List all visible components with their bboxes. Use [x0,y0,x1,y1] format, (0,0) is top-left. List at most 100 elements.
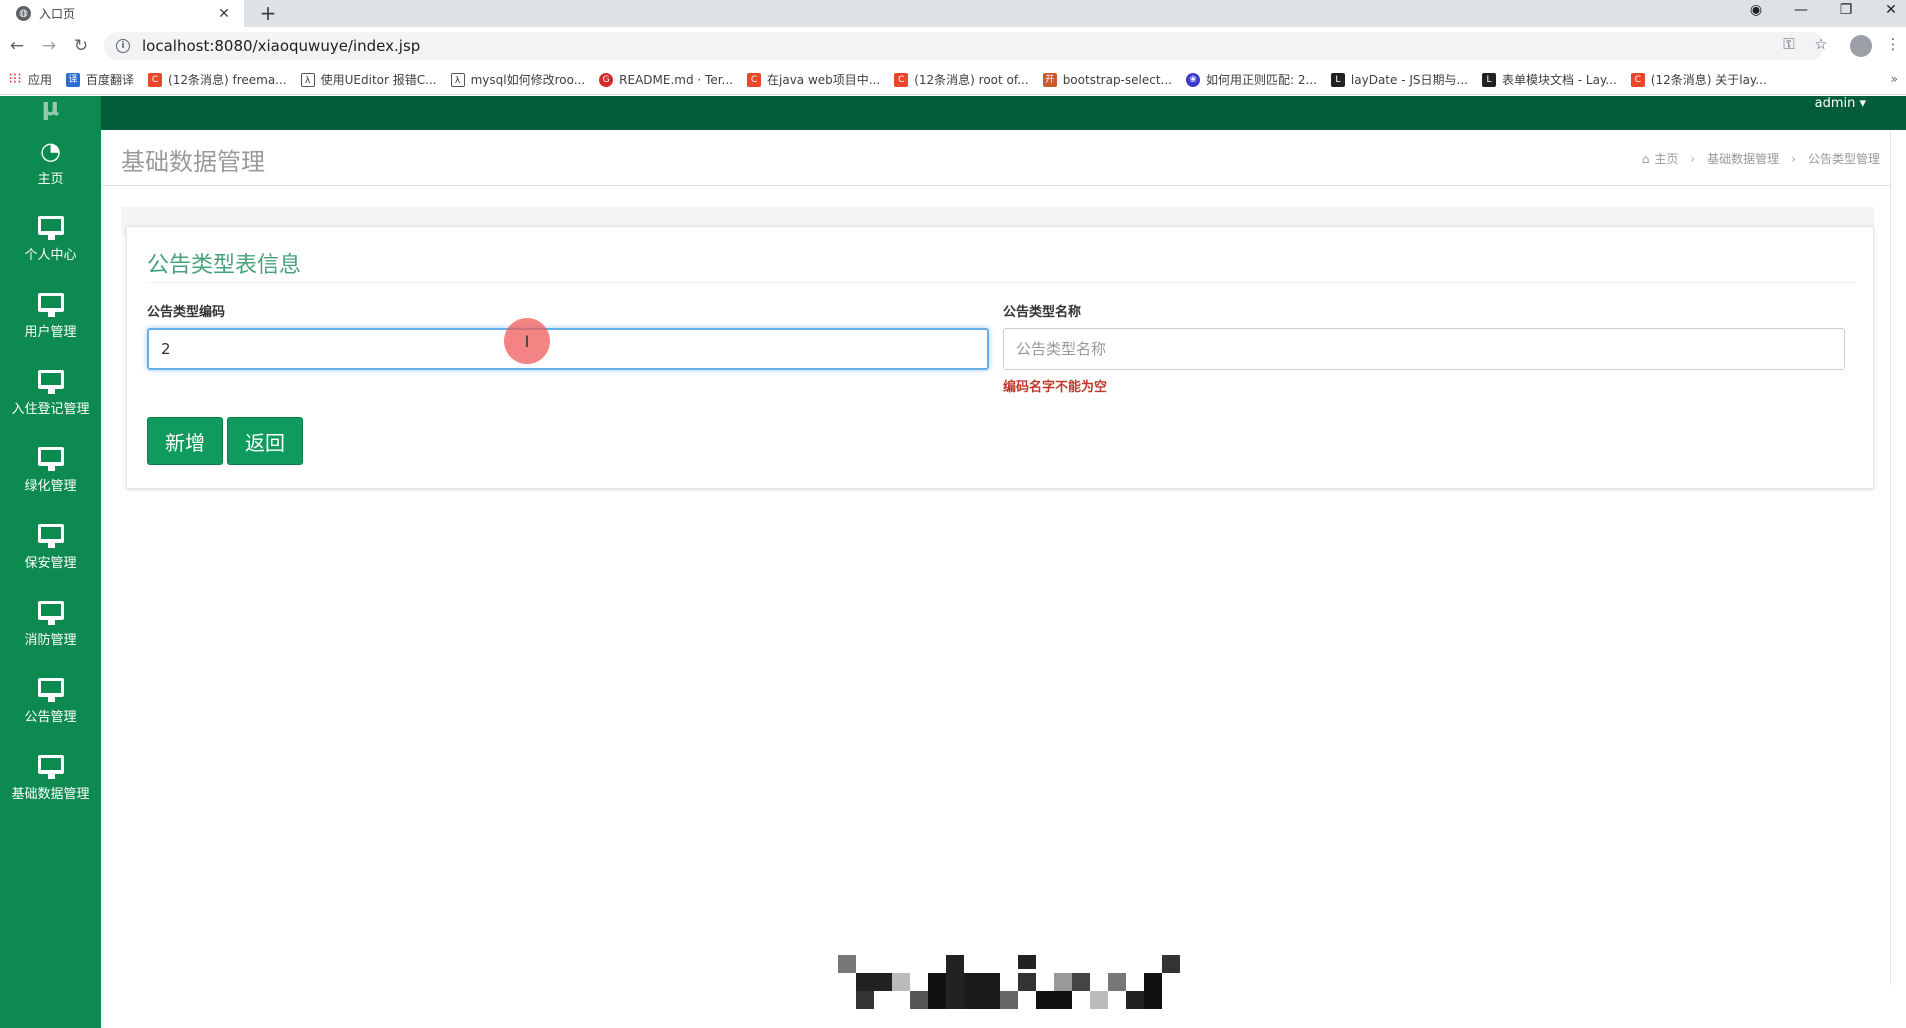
form-title: 公告类型表信息 [147,253,302,278]
name-input[interactable] [1003,328,1845,370]
top-navbar: admin ▾ [101,96,1906,130]
sidebar-item-notice[interactable]: 公告管理 [0,663,101,740]
csdn-icon: C [894,72,909,87]
back-button[interactable]: 返回 [227,417,303,465]
bookmark-item[interactable]: λ 使用UEditor 报错C... [300,71,437,88]
monitor-icon [37,447,64,471]
sidebar-item-home[interactable]: ◔ 主页 [0,124,101,201]
back-icon[interactable]: ← [6,35,28,57]
oschina-icon: 开 [1042,72,1057,87]
breadcrumb: ⌂ 主页 › 基础数据管理 › 公告类型管理 [1642,150,1880,167]
breadcrumb-current: 公告类型管理 [1807,152,1880,166]
sidebar-item-security[interactable]: 保安管理 [0,509,101,586]
baidu-paw-icon: ❀ [1185,72,1200,87]
key-icon[interactable]: ⚿ [1778,35,1800,53]
csdn-icon: C [747,72,761,87]
sidebar-item-profile[interactable]: 个人中心 [0,201,101,278]
info-icon[interactable]: i [116,39,130,53]
sidebar: μ ◔ 主页 个人中心 用户管理 入住登记管理 绿化管理 保安管理 消防管理 公… [0,93,101,1028]
bookmark-item[interactable]: λ mysql如何修改roo... [450,71,585,88]
gitee-icon: G [599,72,614,87]
sidebar-item-label: 绿化管理 [24,479,77,494]
monitor-icon [37,216,64,240]
new-tab-button[interactable]: + [256,2,280,26]
monitor-icon [37,370,64,394]
layui-icon: L [1330,72,1345,87]
bookmark-item[interactable]: L 表单模块文档 - Lay... [1481,71,1617,88]
page-header: 基础数据管理 ⌂ 主页 › 基础数据管理 › 公告类型管理 [101,130,1894,186]
lambda-icon: λ [300,72,315,87]
breadcrumb-home[interactable]: 主页 [1654,150,1678,167]
monitor-icon [37,755,64,779]
bookmark-item[interactable]: C (12条消息) root of... [894,71,1029,88]
sidebar-item-label: 公告管理 [24,710,77,725]
monitor-icon [37,601,64,625]
breadcrumb-separator: › [1791,151,1796,166]
browser-tab[interactable]: ◍ 入口页 ✕ [0,0,244,27]
sidebar-item-label: 基础数据管理 [11,787,90,802]
star-icon[interactable]: ☆ [1810,35,1832,53]
bookmark-item[interactable]: C (12条消息) 关于lay... [1630,71,1767,88]
sidebar-item-label: 保安管理 [24,556,77,571]
sidebar-item-label: 用户管理 [24,325,77,340]
minimize-icon[interactable]: — [1790,0,1812,22]
user-menu[interactable]: admin ▾ [1815,96,1866,114]
tab-title: 入口页 [39,7,76,21]
baidu-translate-icon: 译 [66,72,81,87]
bookmarks-bar: ⁝⁝⁝ 应用 译百度翻译 C (12条消息) freema... λ 使用UEdito… [0,65,1906,95]
omnibox[interactable]: i localhost:8080/xiaoquwuye/index.jsp [104,32,1824,60]
restore-icon[interactable]: ❐ [1835,0,1857,22]
text-cursor-icon: I [524,331,530,351]
sidebar-item-greening[interactable]: 绿化管理 [0,432,101,509]
reload-icon[interactable]: ↻ [70,35,92,57]
bookmark-item[interactable]: 译百度翻译 [66,71,134,88]
sidebar-item-label: 个人中心 [24,248,77,263]
window-close-icon[interactable]: ✕ [1880,0,1902,22]
lambda-icon: λ [450,72,465,87]
bookmark-item[interactable]: G README.md · Ter... [599,72,733,87]
csdn-icon: C [148,72,163,87]
bookmarks-overflow-icon[interactable]: » [1891,72,1898,86]
sidebar-item-users[interactable]: 用户管理 [0,278,101,355]
sidebar-item-checkin[interactable]: 入住登记管理 [0,355,101,432]
add-button[interactable]: 新增 [147,417,223,465]
error-message: 编码名字不能为空 [1003,380,1108,395]
sidebar-item-basic-data[interactable]: 基础数据管理 [0,740,101,817]
sidebar-item-label: 主页 [37,172,64,187]
profile-avatar-icon[interactable] [1850,35,1872,57]
app-logo: μ [41,93,60,121]
bookmark-item[interactable]: LlayDate - JS日期与... [1330,71,1468,88]
tab-close-icon[interactable]: ✕ [216,6,232,22]
tab-search-icon[interactable]: ◉ [1746,0,1766,22]
address-bar: ← → ↻ i localhost:8080/xiaoquwuye/index.… [0,27,1906,65]
form-card: 公告类型表信息 公告类型编码 公告类型名称 编码名字不能为空 新增 返回 [126,226,1874,489]
home-icon: ⌂ [1641,151,1650,166]
name-label: 公告类型名称 [1003,305,1082,320]
breadcrumb-basic-data[interactable]: 基础数据管理 [1707,150,1779,167]
forward-icon[interactable]: → [38,35,60,57]
bookmark-item[interactable]: C (12条消息) freema... [148,71,287,88]
browser-tabstrip: ◍ 入口页 ✕ + ◉ — ❐ ✕ [0,0,1906,27]
monitor-icon [37,524,64,548]
csdn-icon: C [1630,72,1645,87]
monitor-icon [37,293,64,317]
breadcrumb-separator: › [1690,151,1696,166]
layui-icon: L [1481,72,1496,87]
code-input[interactable] [147,328,989,370]
globe-icon: ◍ [16,6,31,21]
pixelated-watermark [838,955,1186,1017]
bookmark-apps[interactable]: ⁝⁝⁝ 应用 [8,71,52,88]
url-text[interactable]: localhost:8080/xiaoquwuye/index.jsp [142,37,420,55]
bookmark-item[interactable]: C 在java web项目中... [747,71,880,88]
menu-kebab-icon[interactable]: ⋮ [1882,35,1904,53]
sidebar-item-label: 消防管理 [24,633,77,648]
sidebar-item-label: 入住登记管理 [11,402,90,417]
dashboard-icon: ◔ [40,137,61,165]
bookmark-item[interactable]: ❀ 如何用正则匹配: 2... [1185,71,1317,88]
scrollbar-track[interactable] [1890,130,1906,1028]
apps-grid-icon: ⁝⁝⁝ [8,70,22,87]
cursor-highlight: I [504,318,550,364]
code-label: 公告类型编码 [147,305,226,320]
sidebar-item-fire[interactable]: 消防管理 [0,586,101,663]
bookmark-item[interactable]: 开 bootstrap-select... [1042,72,1172,87]
